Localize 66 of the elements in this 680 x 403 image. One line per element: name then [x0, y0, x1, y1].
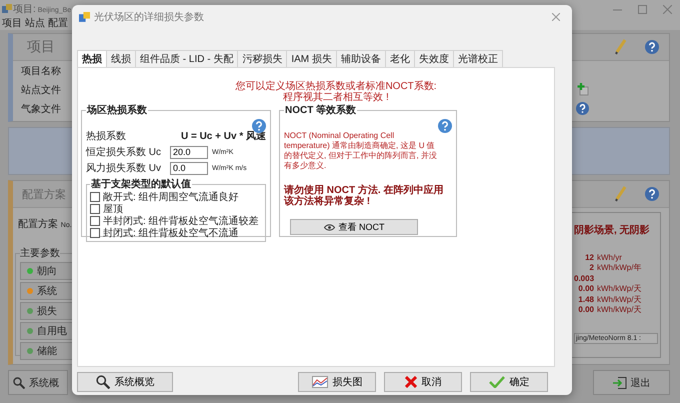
group-title: NOCT 等效系数 [284, 104, 358, 117]
overview-button[interactable]: 系统概览 [77, 372, 173, 392]
checkbox-label: 半封闭式: 组件背板处空气流通较差 [103, 214, 259, 228]
group-title: 基于支架类型的默认值 [90, 178, 192, 191]
result-unit: kWh/kWp/年 [597, 262, 642, 274]
result-value: 12 [584, 252, 594, 262]
result-unit: kWh/kWp/天 [597, 304, 642, 316]
pencil-icon[interactable] [615, 39, 627, 55]
field-label: 站点文件 [21, 84, 61, 96]
field-label: 项目名称 [21, 64, 61, 78]
field-label: 气象文件 [21, 102, 61, 116]
search-icon [13, 376, 25, 388]
parameter-label: 恒定损失系数 Uc [86, 146, 162, 159]
help-icon[interactable] [645, 187, 659, 201]
result-value: 0.003 [574, 274, 594, 283]
exit-button[interactable]: 退出 [593, 370, 670, 395]
cancel-button[interactable]: 取消 [384, 372, 462, 392]
result-unit: kWh/yr [597, 252, 622, 262]
checkbox-label: 屋顶 [103, 203, 123, 216]
search-icon [96, 375, 110, 389]
help-icon[interactable] [252, 119, 266, 133]
panel-heading: 项目 [26, 39, 55, 56]
overview-button[interactable]: 系统概 [8, 370, 68, 395]
checkbox[interactable] [90, 216, 100, 226]
exit-arrow-icon [612, 376, 626, 388]
tab[interactable]: 光谱校正 [452, 50, 503, 67]
panel-heading: 配置方案 [21, 188, 66, 202]
dialog-title: 光伏场区的详细损失参数 [94, 10, 204, 24]
chart-button[interactable]: 损失图 [298, 372, 376, 392]
app-logo-icon [2, 4, 12, 14]
intro-text: 您可以定义场区热损系数或者标准NOCT系数: 程序视其二者相互等效 ! [234, 80, 438, 103]
parameter-label: 风力损失系数 Uv [86, 162, 162, 175]
result-value: 1.48 [577, 294, 594, 304]
check-icon [488, 376, 504, 388]
formula-label: 热损系数 [86, 130, 126, 143]
checkbox-label: 封闭式: 组件背板处空气不流通 [103, 226, 239, 240]
noct-description: NOCT (Nominal Operating Cell temperature) 通常由制造商确定, 这是 U 值的替代定义, 但对于工作中的阵列而言, 并没有多少意义. [284, 131, 438, 171]
app-logo-icon [79, 12, 90, 22]
parameter-input[interactable]: 0.0 [170, 162, 208, 174]
help-icon[interactable] [576, 102, 589, 115]
group-title: 主要参数 [20, 246, 60, 260]
checkbox[interactable] [90, 192, 100, 202]
noct-warning: 请勿使用 NOCT 方法. 在阵列中应用该方法将异常复杂 ! [284, 185, 444, 207]
view-noct-button[interactable]: 查看 NOCT [290, 219, 418, 235]
result-value: 0.00 [577, 284, 594, 294]
eye-icon [324, 224, 334, 230]
result-value: 2 [588, 263, 594, 272]
parameter-input[interactable]: 20.0 [170, 146, 208, 158]
cross-icon [404, 376, 416, 388]
ok-button[interactable]: 确定 [470, 372, 548, 392]
result-unit: kWh/kWp/天 [597, 283, 642, 294]
group-title: 场区热损系数 [86, 104, 148, 117]
help-icon[interactable] [645, 40, 659, 54]
line-chart-icon [312, 376, 328, 388]
menu-item[interactable]: 项目 [2, 18, 22, 30]
help-icon[interactable] [438, 119, 452, 133]
menu-item[interactable]: 配置 [48, 18, 68, 30]
checkbox-label: 敞开式: 组件周围空气流通良好 [103, 190, 239, 204]
results-heading: 阴影场景, 无阴影 [574, 224, 651, 237]
checkbox[interactable] [90, 228, 100, 238]
result-unit: kWh/kWp/天 [597, 294, 642, 305]
result-value: 0.00 [577, 305, 594, 314]
checkbox[interactable] [90, 204, 100, 214]
pencil-icon[interactable] [615, 186, 627, 202]
tab[interactable]: 热损 [77, 50, 107, 67]
menu-item[interactable]: 站点 [25, 18, 45, 30]
